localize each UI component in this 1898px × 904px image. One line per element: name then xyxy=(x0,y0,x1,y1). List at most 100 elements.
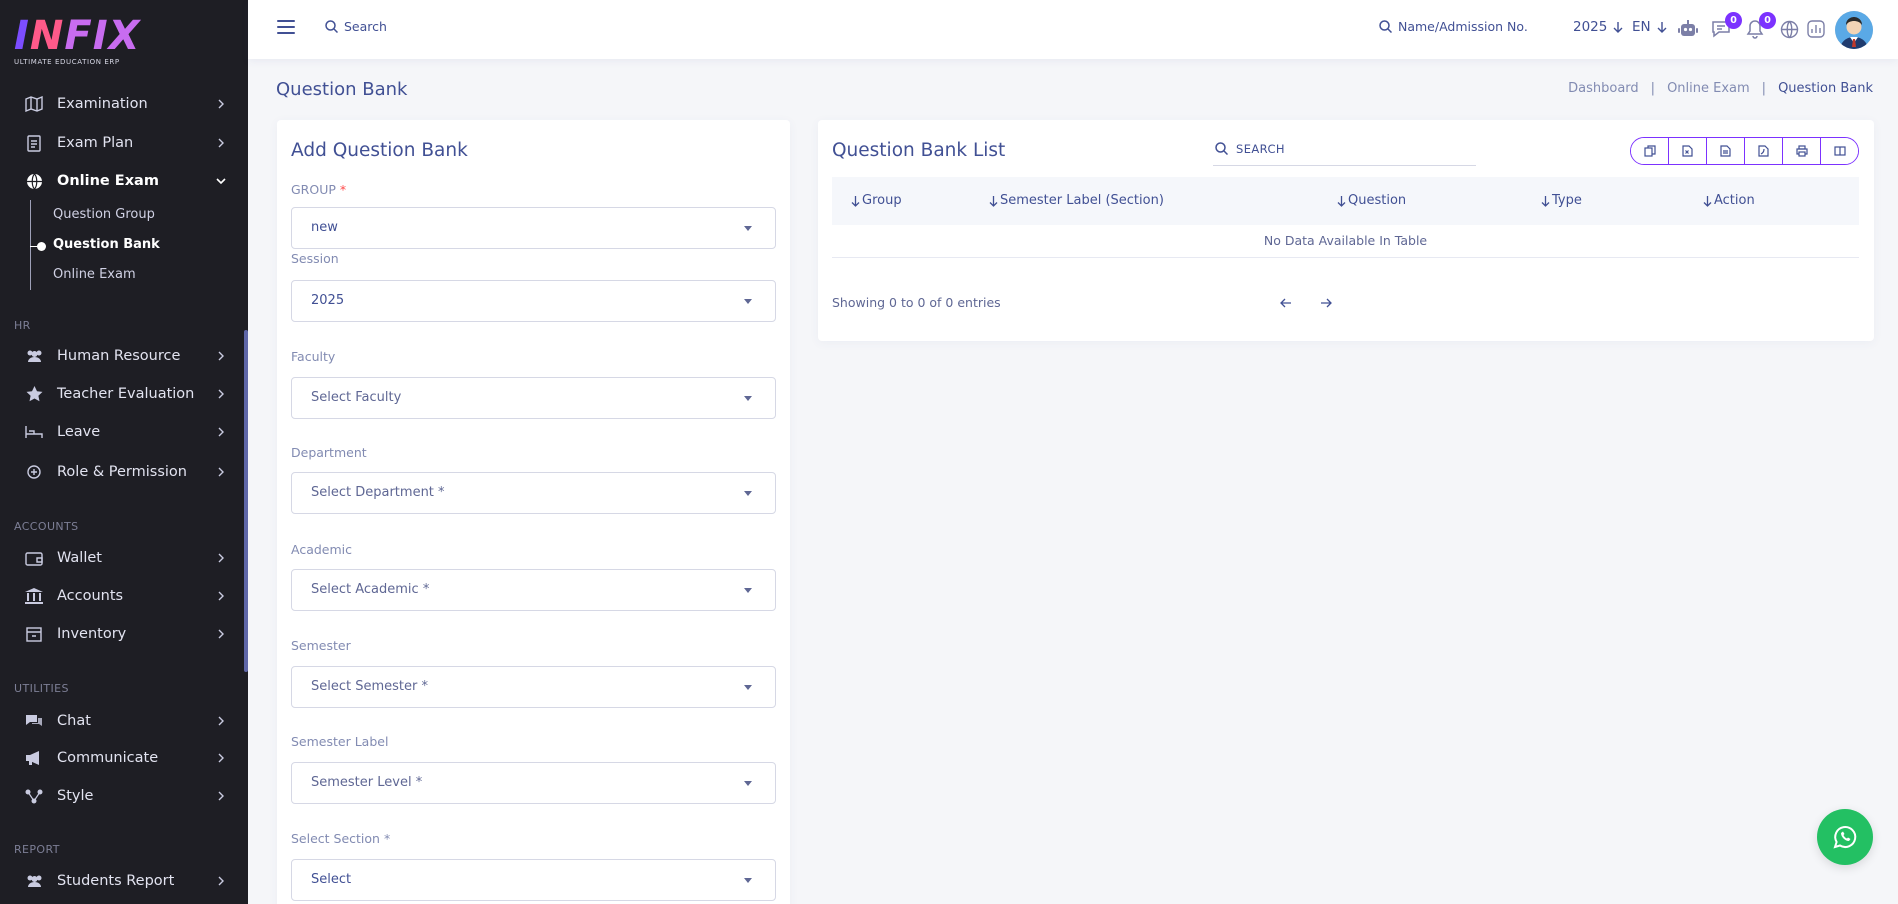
sidebar-item-leave[interactable]: Leave xyxy=(0,413,248,451)
section-select-value: Select xyxy=(311,872,352,887)
list-search-input[interactable] xyxy=(1236,141,1456,156)
column-header-question[interactable]: Question xyxy=(1337,193,1406,208)
chevron-right-icon xyxy=(218,467,224,477)
next-page-button[interactable] xyxy=(1317,294,1335,312)
website-globe-icon[interactable] xyxy=(1778,18,1800,40)
copy-button[interactable] xyxy=(1631,138,1669,164)
group-label: GROUP * xyxy=(291,182,347,197)
year-select[interactable]: 2025 xyxy=(1573,19,1623,35)
print-icon xyxy=(1795,145,1808,157)
previous-page-button[interactable] xyxy=(1277,294,1295,312)
form-title: Add Question Bank xyxy=(291,140,468,161)
copy-icon xyxy=(1643,145,1656,157)
analytics-icon[interactable] xyxy=(1805,18,1827,40)
brand-wordmark: INFIX xyxy=(14,13,141,59)
user-avatar[interactable] xyxy=(1835,11,1873,49)
csv-button[interactable] xyxy=(1707,138,1745,164)
table-header: Group Semester Label (Section) Question … xyxy=(832,177,1859,225)
session-select[interactable]: 2025 xyxy=(291,280,776,322)
caret-down-icon xyxy=(744,226,752,231)
column-header-action[interactable]: Action xyxy=(1703,193,1755,208)
sidebar-item-examination[interactable]: Examination xyxy=(0,85,248,123)
chevron-right-icon xyxy=(218,99,224,109)
sort-arrow-icon xyxy=(851,195,860,207)
sidebar-subitem-question-bank[interactable]: Question Bank xyxy=(53,237,160,252)
column-header-type[interactable]: Type xyxy=(1541,193,1582,208)
breadcrumb-dashboard[interactable]: Dashboard xyxy=(1568,81,1639,96)
sidebar-item-online-exam[interactable]: Online Exam xyxy=(0,162,248,200)
page-title: Question Bank xyxy=(276,79,408,100)
department-select[interactable]: Select Department * xyxy=(291,472,776,514)
chevron-right-icon xyxy=(218,753,224,763)
arrow-down-icon xyxy=(1657,22,1667,33)
print-button[interactable] xyxy=(1783,138,1821,164)
group-select[interactable]: new xyxy=(291,207,776,249)
breadcrumb-online-exam[interactable]: Online Exam xyxy=(1667,81,1750,96)
chevron-right-icon xyxy=(218,716,224,726)
semester-label-label: Semester Label xyxy=(291,734,389,749)
table-info: Showing 0 to 0 of 0 entries xyxy=(832,295,1001,310)
sidebar-subitem-online-exam[interactable]: Online Exam xyxy=(53,267,136,282)
messages-icon[interactable]: 0 xyxy=(1710,12,1742,40)
breadcrumb: Dashboard | Online Exam | Question Bank xyxy=(1568,81,1873,96)
topbar: 2025 EN 0 0 xyxy=(248,0,1898,59)
department-select-value: Select Department * xyxy=(311,485,445,500)
semester-select[interactable]: Select Semester * xyxy=(291,666,776,708)
breadcrumb-separator: | xyxy=(1650,81,1656,96)
sidebar-item-exam-plan[interactable]: Exam Plan xyxy=(0,124,248,162)
column-header-group[interactable]: Group xyxy=(851,193,902,208)
style-icon xyxy=(24,786,44,806)
top-search xyxy=(325,19,524,34)
sidebar-subitem-question-group[interactable]: Question Group xyxy=(53,207,155,222)
hamburger-menu-icon[interactable] xyxy=(277,20,295,36)
arrow-left-icon xyxy=(1280,298,1291,308)
clipboard-icon xyxy=(24,133,44,153)
brand-logo[interactable]: INFIX ULTIMATE EDUCATION ERP xyxy=(14,13,141,66)
language-value: EN xyxy=(1632,19,1651,35)
whatsapp-chat-button[interactable] xyxy=(1817,809,1873,865)
chat-icon xyxy=(24,711,44,731)
column-header-semester-label[interactable]: Semester Label (Section) xyxy=(989,193,1164,208)
notifications-icon[interactable]: 0 xyxy=(1744,12,1776,40)
section-select[interactable]: Select xyxy=(291,859,776,901)
sidebar-item-style[interactable]: Style xyxy=(0,777,248,815)
caret-down-icon xyxy=(744,878,752,883)
language-select[interactable]: EN xyxy=(1632,19,1667,35)
sidebar-item-inventory[interactable]: Inventory xyxy=(0,615,248,653)
group-select-value: new xyxy=(311,220,338,235)
users-icon xyxy=(24,346,44,366)
sidebar-item-human-resource[interactable]: Human Resource xyxy=(0,337,248,375)
admission-search-input[interactable] xyxy=(1398,19,1538,34)
pdf-button[interactable] xyxy=(1745,138,1783,164)
sidebar-item-accounts[interactable]: Accounts xyxy=(0,577,248,615)
excel-button[interactable] xyxy=(1669,138,1707,164)
semester-label-select[interactable]: Semester Level * xyxy=(291,762,776,804)
search-icon xyxy=(1215,142,1228,155)
top-search-input[interactable] xyxy=(344,19,524,34)
arrow-down-icon xyxy=(1613,22,1623,33)
add-question-bank-card: Add Question Bank GROUP * new Session 20… xyxy=(277,120,790,904)
robot-icon[interactable] xyxy=(1677,18,1699,40)
academic-label: Academic xyxy=(291,542,353,557)
bank-icon xyxy=(24,586,44,606)
caret-down-icon xyxy=(744,491,752,496)
wallet-icon xyxy=(24,548,44,568)
sidebar-item-communicate[interactable]: Communicate xyxy=(0,739,248,777)
column-visibility-button[interactable] xyxy=(1821,138,1858,164)
section-heading-hr: HR xyxy=(14,319,31,332)
pdf-file-icon xyxy=(1758,145,1769,157)
department-label: Department xyxy=(291,445,367,460)
sidebar-item-role-permission[interactable]: Role & Permission xyxy=(0,453,248,491)
search-icon xyxy=(325,20,338,33)
list-title: Question Bank List xyxy=(832,140,1006,161)
academic-select[interactable]: Select Academic * xyxy=(291,569,776,611)
sidebar-item-wallet[interactable]: Wallet xyxy=(0,539,248,577)
sidebar-item-teacher-evaluation[interactable]: Teacher Evaluation xyxy=(0,375,248,413)
sidebar-scrollbar[interactable] xyxy=(244,330,248,672)
sidebar-item-students-report[interactable]: Students Report xyxy=(0,862,248,900)
brand-subtitle: ULTIMATE EDUCATION ERP xyxy=(14,58,120,66)
megaphone-icon xyxy=(24,748,44,768)
faculty-select[interactable]: Select Faculty xyxy=(291,377,776,419)
sidebar-item-chat[interactable]: Chat xyxy=(0,702,248,740)
faculty-select-value: Select Faculty xyxy=(311,390,402,405)
